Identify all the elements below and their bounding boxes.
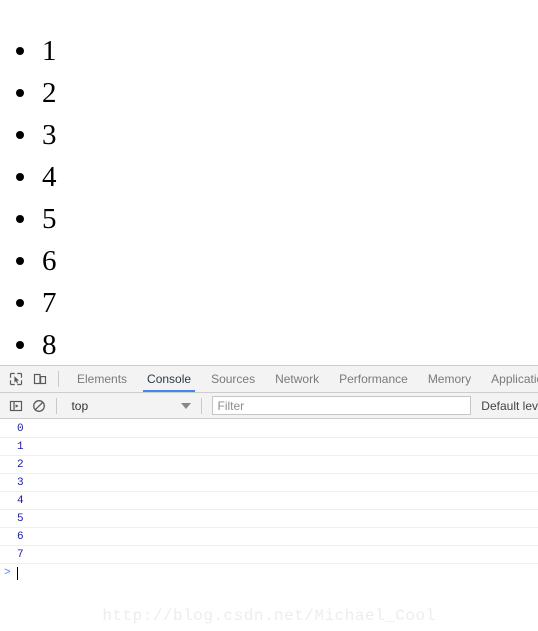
console-message: 1	[0, 438, 538, 456]
tab-label: Memory	[427, 372, 472, 386]
tab-label: Console	[147, 372, 192, 386]
console-input-line[interactable]: >	[0, 564, 538, 583]
bullet-icon	[16, 215, 24, 223]
list-item-label: 5	[42, 203, 57, 235]
list-item-label: 7	[42, 287, 57, 319]
tab-console[interactable]: Console	[137, 366, 201, 392]
tab-label: Application	[491, 372, 538, 386]
log-level-label: Default lev	[481, 398, 538, 413]
list-item: 7	[0, 282, 57, 324]
devtools-tool-icons	[0, 366, 67, 392]
console-filterbar: top Default lev	[0, 393, 538, 419]
bullet-icon	[16, 173, 24, 181]
watermark-text: http://blog.csdn.net/Michael_Cool	[102, 607, 436, 625]
chevron-down-icon	[180, 402, 191, 409]
bullet-icon	[16, 341, 24, 349]
text-cursor	[17, 567, 18, 580]
console-message: 2	[0, 456, 538, 474]
tab-network[interactable]: Network	[265, 366, 329, 392]
list-item-label: 4	[42, 161, 57, 193]
console-message: 7	[0, 546, 538, 564]
tab-memory[interactable]: Memory	[418, 366, 481, 392]
list-item: 6	[0, 240, 57, 282]
toolbar-divider	[58, 371, 59, 387]
tab-label: Performance	[339, 372, 408, 386]
clear-console-icon[interactable]	[27, 395, 50, 417]
list-item: 8	[0, 324, 57, 365]
list-item: 3	[0, 114, 57, 156]
tab-label: Sources	[211, 372, 256, 386]
filterbar-divider	[56, 397, 58, 414]
console-message: 4	[0, 492, 538, 510]
tab-application[interactable]: Application	[481, 366, 538, 392]
console-sidebar-icon[interactable]	[4, 395, 27, 417]
log-level-selector[interactable]: Default lev	[481, 399, 538, 413]
browser-window: 1 2 3 4 5 6 7 8 Elements Console Sources…	[0, 0, 538, 631]
list-item-label: 6	[42, 245, 57, 277]
console-message: 3	[0, 474, 538, 492]
list-item-label: 3	[42, 119, 57, 151]
execution-context-label: top	[71, 398, 89, 413]
tab-performance[interactable]: Performance	[329, 366, 418, 392]
filterbar-divider-2	[200, 397, 202, 414]
tab-sources[interactable]: Sources	[201, 366, 265, 392]
list-item-label: 1	[42, 35, 57, 67]
tab-label: Network	[275, 372, 320, 386]
console-filter-input[interactable]	[211, 396, 472, 415]
inspect-element-icon[interactable]	[4, 368, 28, 390]
bullet-icon	[16, 257, 24, 265]
bullet-icon	[16, 89, 24, 97]
tab-label: Elements	[77, 372, 128, 386]
bullet-icon	[16, 299, 24, 307]
list-item: 5	[0, 198, 57, 240]
list-item: 2	[0, 72, 57, 114]
list-item: 1	[0, 30, 57, 72]
bullet-icon	[16, 131, 24, 139]
device-toolbar-icon[interactable]	[28, 368, 52, 390]
list-item: 4	[0, 156, 57, 198]
list-item-label: 8	[42, 329, 57, 361]
page-ordered-list: 1 2 3 4 5 6 7 8	[0, 30, 57, 365]
console-message: 6	[0, 528, 538, 546]
console-message-list[interactable]: 0 1 2 3 4 5 6 7 >	[0, 420, 538, 631]
console-message: 0	[0, 420, 538, 438]
console-message: 5	[0, 510, 538, 528]
devtools-tabbar: Elements Console Sources Network Perform…	[0, 366, 538, 393]
execution-context-selector[interactable]: top	[63, 396, 194, 416]
tab-elements[interactable]: Elements	[67, 366, 137, 392]
bullet-icon	[16, 47, 24, 55]
devtools-panel: Elements Console Sources Network Perform…	[0, 365, 538, 631]
list-item-label: 2	[42, 77, 57, 109]
devtools-tab-list: Elements Console Sources Network Perform…	[67, 366, 538, 392]
prompt-caret-icon: >	[4, 567, 11, 579]
page-viewport: 1 2 3 4 5 6 7 8	[0, 0, 538, 365]
